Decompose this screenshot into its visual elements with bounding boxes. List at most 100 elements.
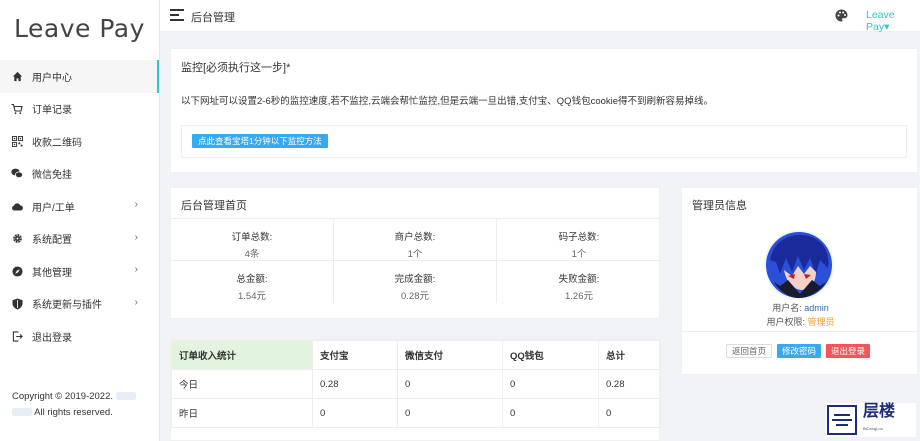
sidebar-item-other-management[interactable]: 其他管理 › [0, 255, 159, 288]
cart-icon [11, 103, 23, 115]
monitor-box: 点此查看宝塔1分钟以下监控方法 [181, 125, 907, 158]
income-table: 订单收入统计 支付宝 微信支付 QQ钱包 总计 今日 0.28 0 0 0.28… [171, 340, 661, 428]
redacted-text [12, 408, 32, 417]
sidebar-item-label: 用户中心 [32, 72, 72, 84]
table-header: 总计 [598, 340, 661, 370]
table-cell: 0 [502, 369, 599, 399]
gear-icon [11, 233, 23, 245]
stat-value: 0.28元 [401, 291, 429, 302]
sidebar-item-label: 系统更新与插件 [32, 300, 102, 312]
compass-icon [11, 265, 23, 277]
stat-failed-amount: 失败金额: 1.26元 [497, 261, 661, 303]
table-header: 订单收入统计 [171, 340, 313, 370]
palette-icon[interactable] [835, 9, 848, 22]
table-row: 今日 0.28 0 0 0.28 [171, 369, 661, 399]
stat-value: 1.26元 [565, 291, 593, 302]
income-table-card: 订单收入统计 支付宝 微信支付 QQ钱包 总计 今日 0.28 0 0 0.28… [170, 339, 661, 441]
monitor-description: 以下网址可以设置2-6秒的监控速度,若不监控,云端会帮忙监控,但是云端一旦出错,… [181, 96, 714, 107]
stat-label: 码子总数: [558, 232, 600, 243]
stat-value: 1.54元 [238, 291, 266, 302]
redacted-text [115, 392, 136, 401]
stat-label: 总金额: [236, 274, 268, 285]
stat-value: 1个 [407, 249, 423, 260]
watermark-logo-icon [827, 405, 857, 435]
admin-role-line: 用户权限: 管理员 [682, 315, 919, 328]
sidebar-item-qrcode[interactable]: 收款二维码 [0, 125, 159, 158]
app-logo[interactable]: Leave Pay [0, 0, 159, 56]
watermark-subtitle: BiCengLou [863, 426, 883, 431]
sidebar-menu: 用户中心 订单记录 收款二维码 微信免挂 用户/工单 › 系统配置 › 其他管理… [0, 60, 159, 353]
copyright-line-2: All rights reserved. [34, 407, 113, 418]
dashboard-stats-card: 后台管理首页 订单总数: 4条 商户总数: 1个 码子总数: 1个 总金额: 1… [170, 187, 661, 319]
monitor-card: 监控[必须执行这一步]* 以下网址可以设置2-6秒的监控速度,若不监控,云端会帮… [170, 48, 918, 173]
sidebar-item-label: 系统配置 [32, 235, 72, 247]
sidebar-item-label: 用户/工单 [32, 202, 75, 214]
stat-label: 商户总数: [394, 232, 436, 243]
table-cell: 0.28 [312, 369, 398, 399]
table-header: 支付宝 [312, 340, 398, 370]
table-header-row: 订单收入统计 支付宝 微信支付 QQ钱包 总计 [171, 340, 661, 370]
home-icon [11, 70, 23, 82]
stats-title: 后台管理首页 [181, 200, 247, 212]
stat-label: 失败金额: [558, 274, 600, 285]
stat-code-count: 码子总数: 1个 [497, 219, 661, 261]
sidebar-item-label: 订单记录 [32, 105, 72, 117]
user-dropdown[interactable]: Leave Pay▾ [866, 9, 920, 33]
logout-icon [11, 330, 23, 342]
table-header: QQ钱包 [502, 340, 599, 370]
logout-button[interactable]: 退出登录 [826, 344, 871, 358]
sidebar-item-users-tickets[interactable]: 用户/工单 › [0, 190, 159, 223]
chevron-right-icon: › [134, 231, 138, 243]
watermark: 层楼 BiCengLou [826, 401, 916, 437]
stat-value: 1个 [571, 249, 587, 260]
admin-info-card: 管理员信息 用户名: admin 用户权限: 管理员 返回首页 修改密码 退出登… [681, 187, 919, 375]
page-title: 后台管理 [191, 12, 235, 24]
role-value: 管理员 [807, 317, 835, 327]
shield-icon [11, 298, 23, 310]
admin-username-line: 用户名: admin [682, 301, 919, 314]
sidebar-item-user-center[interactable]: 用户中心 [0, 60, 159, 93]
stat-order-count: 订单总数: 4条 [171, 219, 334, 261]
stats-grid: 订单总数: 4条 商户总数: 1个 码子总数: 1个 总金额: 1.54元 完成… [171, 218, 661, 319]
sidebar-item-system-config[interactable]: 系统配置 › [0, 223, 159, 256]
avatar [764, 230, 834, 300]
qrcode-icon [11, 135, 23, 147]
wechat-icon [11, 168, 23, 180]
monitor-title: 监控[必须执行这一步]* [181, 62, 291, 74]
sidebar-item-wechat[interactable]: 微信免挂 [0, 158, 159, 191]
caret-down-icon: ▾ [884, 21, 890, 33]
role-label: 用户权限: [766, 317, 805, 327]
table-cell: 0 [397, 398, 503, 428]
table-cell: 0 [598, 398, 661, 428]
stat-label: 订单总数: [231, 232, 273, 243]
username-label: 用户名: [772, 303, 802, 313]
divider [682, 331, 919, 332]
sidebar-item-logout[interactable]: 退出登录 [0, 320, 159, 353]
chevron-right-icon: › [134, 296, 138, 308]
stat-value: 4条 [244, 249, 260, 260]
table-cell: 昨日 [171, 398, 313, 428]
cloud-icon [11, 200, 23, 212]
hamburger-icon[interactable] [170, 9, 184, 21]
copyright-line-1: Copyright © 2019-2022. [12, 391, 114, 402]
table-cell: 今日 [171, 369, 313, 399]
admin-title: 管理员信息 [692, 200, 747, 212]
sidebar-item-system-update[interactable]: 系统更新与插件 › [0, 288, 159, 321]
copyright: Copyright © 2019-2022. All rights reserv… [12, 389, 136, 421]
username-value: admin [804, 303, 829, 313]
watermark-title: 层楼 [863, 401, 896, 420]
sidebar-item-label: 微信免挂 [32, 170, 72, 182]
stat-merchant-count: 商户总数: 1个 [334, 219, 497, 261]
top-bar: 后台管理 Leave Pay▾ [160, 0, 920, 33]
monitor-method-button[interactable]: 点此查看宝塔1分钟以下监控方法 [192, 134, 328, 148]
back-home-button[interactable]: 返回首页 [726, 344, 773, 358]
stat-completed-amount: 完成金额: 0.28元 [334, 261, 497, 303]
table-cell: 0.28 [598, 369, 661, 399]
sidebar-item-orders[interactable]: 订单记录 [0, 93, 159, 126]
table-header: 微信支付 [397, 340, 503, 370]
sidebar-item-label: 其他管理 [32, 267, 72, 279]
change-password-button[interactable]: 修改密码 [777, 344, 822, 358]
chevron-right-icon: › [134, 264, 138, 275]
table-cell: 0 [312, 398, 398, 428]
table-cell: 0 [502, 398, 599, 428]
